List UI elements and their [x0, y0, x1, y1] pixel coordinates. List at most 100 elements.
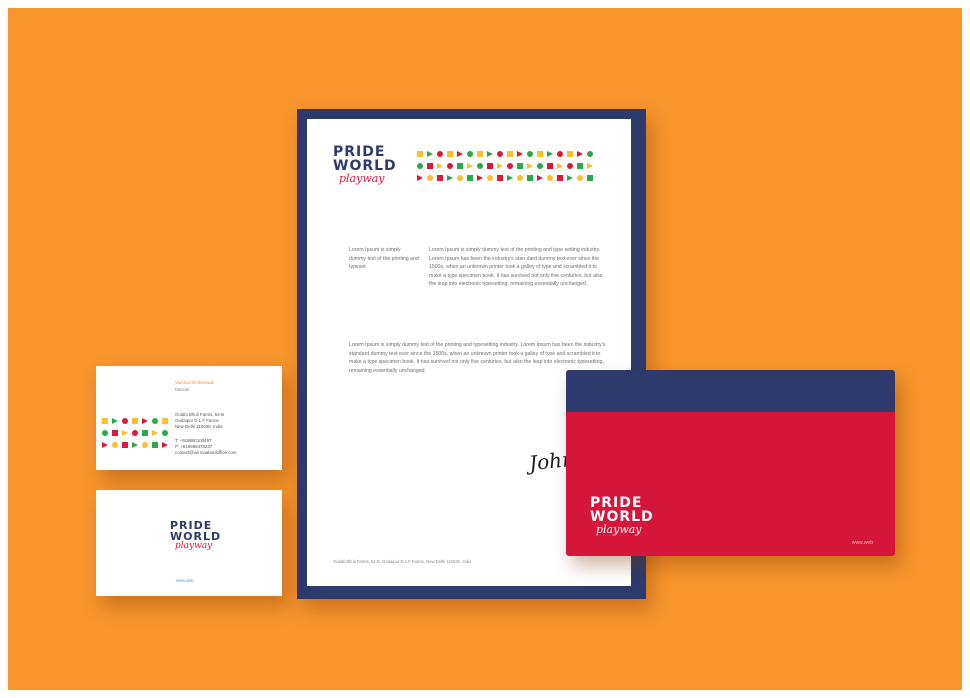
- logo-line-playway: playway: [175, 541, 213, 551]
- pattern-circle: [587, 151, 593, 157]
- pattern-square: [587, 175, 593, 181]
- card-phone: T: +918860100497: [175, 438, 212, 443]
- logo-line-playway: playway: [596, 523, 642, 536]
- pattern-triangle: [152, 430, 158, 436]
- pattern-triangle: [547, 151, 553, 157]
- pattern-square: [437, 175, 443, 181]
- pattern-circle: [557, 151, 563, 157]
- card-address-3: New Delhi 110030, India: [175, 424, 223, 429]
- pattern-square: [427, 163, 433, 169]
- pattern-triangle: [537, 175, 543, 181]
- pattern-triangle: [487, 151, 493, 157]
- pattern-triangle: [477, 175, 483, 181]
- pattern-square: [507, 151, 513, 157]
- card-logo: PRIDE WORLD playway: [170, 520, 221, 551]
- card-address-1: Gulabi Bhuil Farms, 54-B: [175, 412, 225, 417]
- pattern-triangle: [132, 442, 138, 448]
- pattern-triangle: [417, 175, 423, 181]
- pattern-circle: [142, 442, 148, 448]
- pattern-circle: [547, 175, 553, 181]
- card-shape-pattern: [102, 418, 168, 448]
- pattern-square: [477, 151, 483, 157]
- pattern-triangle: [467, 163, 473, 169]
- pattern-circle: [447, 163, 453, 169]
- card-website: www.web: [176, 578, 194, 583]
- pattern-triangle: [457, 151, 463, 157]
- pattern-triangle: [142, 418, 148, 424]
- pattern-circle: [477, 163, 483, 169]
- pattern-circle: [487, 175, 493, 181]
- pattern-circle: [427, 175, 433, 181]
- pattern-circle: [132, 430, 138, 436]
- pattern-triangle: [577, 151, 583, 157]
- pattern-square: [567, 151, 573, 157]
- pattern-circle: [162, 430, 168, 436]
- pattern-triangle: [587, 163, 593, 169]
- business-card-front: Vaishali Dhikshwali Director Gulabi Bhui…: [96, 366, 282, 470]
- letterhead-logo: PRIDE WORLD playway: [333, 145, 397, 184]
- pattern-square: [517, 163, 523, 169]
- logo-line-pride: PRIDE: [590, 495, 643, 511]
- envelope-website: www.web: [851, 540, 873, 546]
- letterhead-paragraph-1: Lorem Ipsum is simply dummy text of the …: [429, 247, 603, 288]
- letterhead-footer-address: Gulabi Bhuil Farms, 54-B, Gadaipur D.L.F…: [333, 559, 472, 564]
- pattern-square: [162, 418, 168, 424]
- letterhead-side-note: Lorem Ipsum is simply dummy text of the …: [349, 247, 419, 271]
- pattern-triangle: [447, 175, 453, 181]
- pattern-square: [527, 175, 533, 181]
- orange-backdrop: PRIDE WORLD playway Lorem Ipsum is simpl…: [8, 8, 962, 690]
- card-phone-2: P: +919958373237: [175, 444, 213, 449]
- pattern-square: [142, 430, 148, 436]
- pattern-square: [557, 175, 563, 181]
- logo-line-world: WORLD: [590, 509, 654, 525]
- pattern-circle: [577, 175, 583, 181]
- pattern-square: [537, 151, 543, 157]
- pattern-triangle: [517, 151, 523, 157]
- pattern-square: [447, 151, 453, 157]
- pattern-circle: [527, 151, 533, 157]
- envelope-flap: [566, 370, 895, 412]
- logo-line-world: WORLD: [333, 158, 397, 174]
- pattern-triangle: [567, 175, 573, 181]
- pattern-circle: [437, 151, 443, 157]
- card-person-role: Director: [175, 387, 190, 392]
- pattern-square: [152, 442, 158, 448]
- pattern-circle: [497, 151, 503, 157]
- pattern-circle: [567, 163, 573, 169]
- card-email: contact@vermaalandoffice.com: [175, 450, 237, 455]
- pattern-square: [132, 418, 138, 424]
- letterhead-shape-pattern: [417, 151, 593, 181]
- logo-line-playway: playway: [339, 172, 385, 185]
- pattern-triangle: [527, 163, 533, 169]
- pattern-triangle: [437, 163, 443, 169]
- pattern-triangle: [557, 163, 563, 169]
- pattern-square: [497, 175, 503, 181]
- pattern-circle: [507, 163, 513, 169]
- pattern-circle: [537, 163, 543, 169]
- pattern-circle: [102, 430, 108, 436]
- pattern-square: [112, 430, 118, 436]
- pattern-triangle: [497, 163, 503, 169]
- pattern-triangle: [427, 151, 433, 157]
- pattern-triangle: [122, 430, 128, 436]
- pattern-circle: [457, 175, 463, 181]
- pattern-square: [102, 418, 108, 424]
- envelope-logo: PRIDE WORLD playway: [590, 496, 654, 535]
- pattern-square: [467, 175, 473, 181]
- pattern-circle: [467, 151, 473, 157]
- card-person-name: Vaishali Dhikshwali: [175, 380, 214, 385]
- pattern-triangle: [507, 175, 513, 181]
- pattern-circle: [417, 163, 423, 169]
- pattern-circle: [517, 175, 523, 181]
- pattern-circle: [152, 418, 158, 424]
- pattern-circle: [112, 442, 118, 448]
- pattern-triangle: [162, 442, 168, 448]
- pattern-square: [417, 151, 423, 157]
- envelope: PRIDE WORLD playway www.web: [566, 370, 895, 556]
- pattern-square: [547, 163, 553, 169]
- pattern-triangle: [112, 418, 118, 424]
- pattern-triangle: [102, 442, 108, 448]
- pattern-square: [122, 442, 128, 448]
- card-address-2: Gadaipur D.L.F Farms: [175, 418, 219, 423]
- pattern-square: [577, 163, 583, 169]
